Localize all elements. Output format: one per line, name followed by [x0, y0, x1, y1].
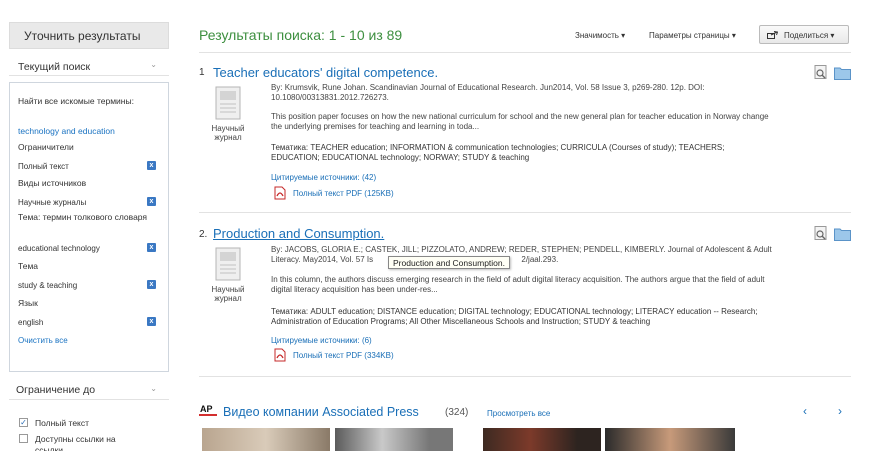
search-query-link[interactable]: technology and education	[18, 126, 115, 136]
result-byline: Literacy. May2014, Vol. 57 Is	[271, 255, 374, 264]
chevron-down-icon[interactable]: ⌄	[150, 384, 157, 393]
full-text-checkbox[interactable]: ✓	[19, 418, 28, 427]
next-arrow-icon[interactable]: ›	[838, 404, 842, 418]
result-title-link[interactable]: Teacher educators' digital competence.	[213, 65, 438, 80]
limit-to-header[interactable]: Ограничение до ⌄	[9, 378, 169, 400]
relevance-sort-dropdown[interactable]: Значимость ▾	[575, 31, 625, 40]
language-value: english	[18, 318, 44, 327]
result-abstract-line: This position paper focuses on how the n…	[271, 112, 769, 121]
remove-thesaurus-term-icon[interactable]: x	[147, 243, 156, 252]
current-search-title: Текущий поиск	[18, 61, 91, 73]
references-available-checkbox[interactable]	[19, 434, 28, 443]
find-similar-icon[interactable]	[814, 65, 828, 80]
add-to-folder-icon[interactable]	[834, 66, 851, 80]
remove-full-text-icon[interactable]: x	[147, 161, 156, 170]
result-abstract-line: the underlying premises for teaching and…	[271, 122, 480, 131]
find-all-terms-label: Найти все искомые термины:	[18, 96, 134, 106]
add-to-folder-icon[interactable]	[834, 227, 851, 241]
cited-references-link[interactable]: Цитируемые источники: (42)	[271, 173, 376, 182]
source-type-academic-journals: Научные журналы	[18, 198, 87, 207]
limit-to-panel: Ограничение до ⌄ ✓ Полный текст Доступны…	[9, 378, 169, 451]
divider	[199, 52, 851, 53]
thesaurus-term-label: Тема: термин толкового словаря	[18, 212, 148, 222]
publication-type-label: Научный журнал	[211, 124, 245, 142]
ap-video-count: (324)	[445, 407, 469, 418]
video-thumbnail[interactable]	[335, 428, 453, 451]
pdf-full-text-link[interactable]: Полный текст PDF (334KB)	[293, 351, 394, 360]
remove-subject-icon[interactable]: x	[147, 280, 156, 289]
share-button[interactable]: Поделиться ▾	[759, 25, 849, 44]
video-thumbnail[interactable]	[202, 428, 330, 451]
current-search-box: Найти все искомые термины: technology an…	[9, 82, 169, 372]
limiter-full-text: Полный текст	[18, 162, 69, 171]
title-tooltip: Production and Consumption.	[388, 256, 510, 269]
references-available-label: Доступны ссылки на	[35, 434, 116, 444]
ap-logo: AP	[199, 404, 217, 416]
chevron-down-icon[interactable]: ⌄	[150, 60, 157, 69]
svg-text:AP: AP	[200, 404, 213, 414]
find-similar-icon[interactable]	[814, 226, 828, 241]
video-thumbnail[interactable]	[605, 428, 735, 451]
sidebar: Уточнить результаты Текущий поиск ⌄ Найт…	[0, 0, 175, 451]
result-byline: By: Krumsvik, Rune Johan. Scandinavian J…	[271, 83, 705, 92]
result-abstract-line: digital literacy acquisition has been un…	[271, 285, 438, 294]
page-options-dropdown[interactable]: Параметры страницы ▾	[649, 31, 736, 40]
source-types-label: Виды источников	[18, 178, 87, 188]
result-subjects-line: EDUCATION; EDUCATIONAL technology; NORWA…	[271, 153, 530, 162]
current-search-header[interactable]: Текущий поиск ⌄	[9, 54, 169, 76]
full-text-checkbox-label: Полный текст	[35, 418, 90, 428]
remove-source-type-icon[interactable]: x	[147, 197, 156, 206]
pdf-icon[interactable]	[273, 186, 287, 200]
publication-type-label: Научный журнал	[211, 285, 245, 303]
result-subjects-line: Тематика: ADULT education; DISTANCE educ…	[271, 307, 758, 316]
result-number: 2.	[199, 229, 208, 240]
references-available-label-cont: ссылки	[35, 445, 64, 451]
result-byline: By: JACOBS, GLORIA E.; CASTEK, JILL; PIZ…	[271, 245, 772, 254]
divider	[199, 212, 851, 213]
subject-value: study & teaching	[18, 281, 78, 290]
previous-arrow-icon[interactable]: ‹	[803, 404, 807, 418]
thesaurus-term-value: educational technology	[18, 244, 100, 253]
result-subjects-line: Administration of Education Programs; Al…	[271, 317, 651, 326]
results-count-heading: Результаты поиска: 1 - 10 из 89	[199, 27, 403, 43]
cited-references-link[interactable]: Цитируемые источники: (6)	[271, 336, 372, 345]
video-thumbnail[interactable]	[483, 428, 601, 451]
limiters-label: Ограничители	[18, 142, 74, 152]
clear-all-link[interactable]: Очистить все	[18, 336, 68, 346]
divider	[199, 376, 851, 377]
ap-video-heading: Видео компании Associated Press	[223, 405, 419, 419]
result-byline: 2/jaal.293.	[521, 255, 559, 264]
remove-language-icon[interactable]: x	[147, 317, 156, 326]
view-all-videos-link[interactable]: Просмотреть все	[487, 409, 550, 418]
pdf-icon[interactable]	[273, 348, 287, 362]
result-title-link[interactable]: Production and Consumption.	[213, 226, 384, 241]
result-abstract-line: In this column, the authors discuss emer…	[271, 275, 765, 284]
result-item: 2. Production and Consumption. Научный ж…	[199, 226, 854, 368]
language-label: Язык	[18, 298, 38, 308]
limit-to-title: Ограничение до	[16, 384, 96, 396]
result-subjects-line: Тематика: TEACHER education; INFORMATION…	[271, 143, 725, 152]
share-icon	[767, 31, 778, 39]
results-area: Результаты поиска: 1 - 10 из 89 Значимос…	[177, 0, 875, 451]
share-button-label: Поделиться ▾	[784, 31, 835, 40]
academic-journal-icon	[215, 247, 241, 281]
academic-journal-icon	[215, 86, 241, 120]
pdf-full-text-link[interactable]: Полный текст PDF (125KB)	[293, 189, 394, 198]
current-search-panel: Текущий поиск ⌄ Найти все искомые термин…	[9, 54, 169, 372]
refine-results-header: Уточнить результаты	[9, 22, 169, 49]
result-number: 1	[199, 67, 205, 78]
result-item: 1 Teacher educators' digital competence.…	[199, 65, 854, 207]
subject-label: Тема	[18, 261, 39, 271]
result-doi: 10.1080/00313831.2012.726273.	[271, 93, 389, 102]
